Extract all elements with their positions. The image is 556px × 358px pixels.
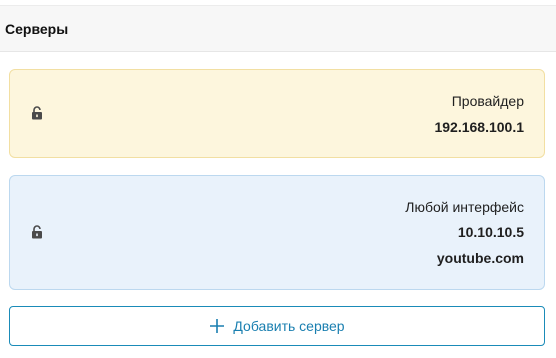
server-interface-label: Любой интерфейс [405, 199, 524, 215]
panel-header: Серверы [0, 5, 556, 52]
add-server-button[interactable]: Добавить сервер [9, 306, 545, 346]
plus-icon [209, 318, 225, 334]
server-address: 192.168.100.1 [434, 119, 524, 135]
server-card-any-interface[interactable]: Любой интерфейс 10.10.10.5 youtube.com [9, 175, 545, 290]
lock-icon [31, 106, 43, 120]
server-card-provider[interactable]: Провайдер 192.168.100.1 [9, 69, 545, 158]
lock-icon [31, 225, 43, 239]
server-address: 10.10.10.5 [457, 224, 524, 240]
server-domain: youtube.com [436, 250, 524, 266]
servers-panel: Серверы Провайдер 192.168.100.1 Любой ин… [0, 0, 556, 358]
panel-title: Серверы [5, 21, 69, 37]
add-server-label: Добавить сервер [233, 318, 345, 334]
server-interface-label: Провайдер [451, 93, 524, 109]
